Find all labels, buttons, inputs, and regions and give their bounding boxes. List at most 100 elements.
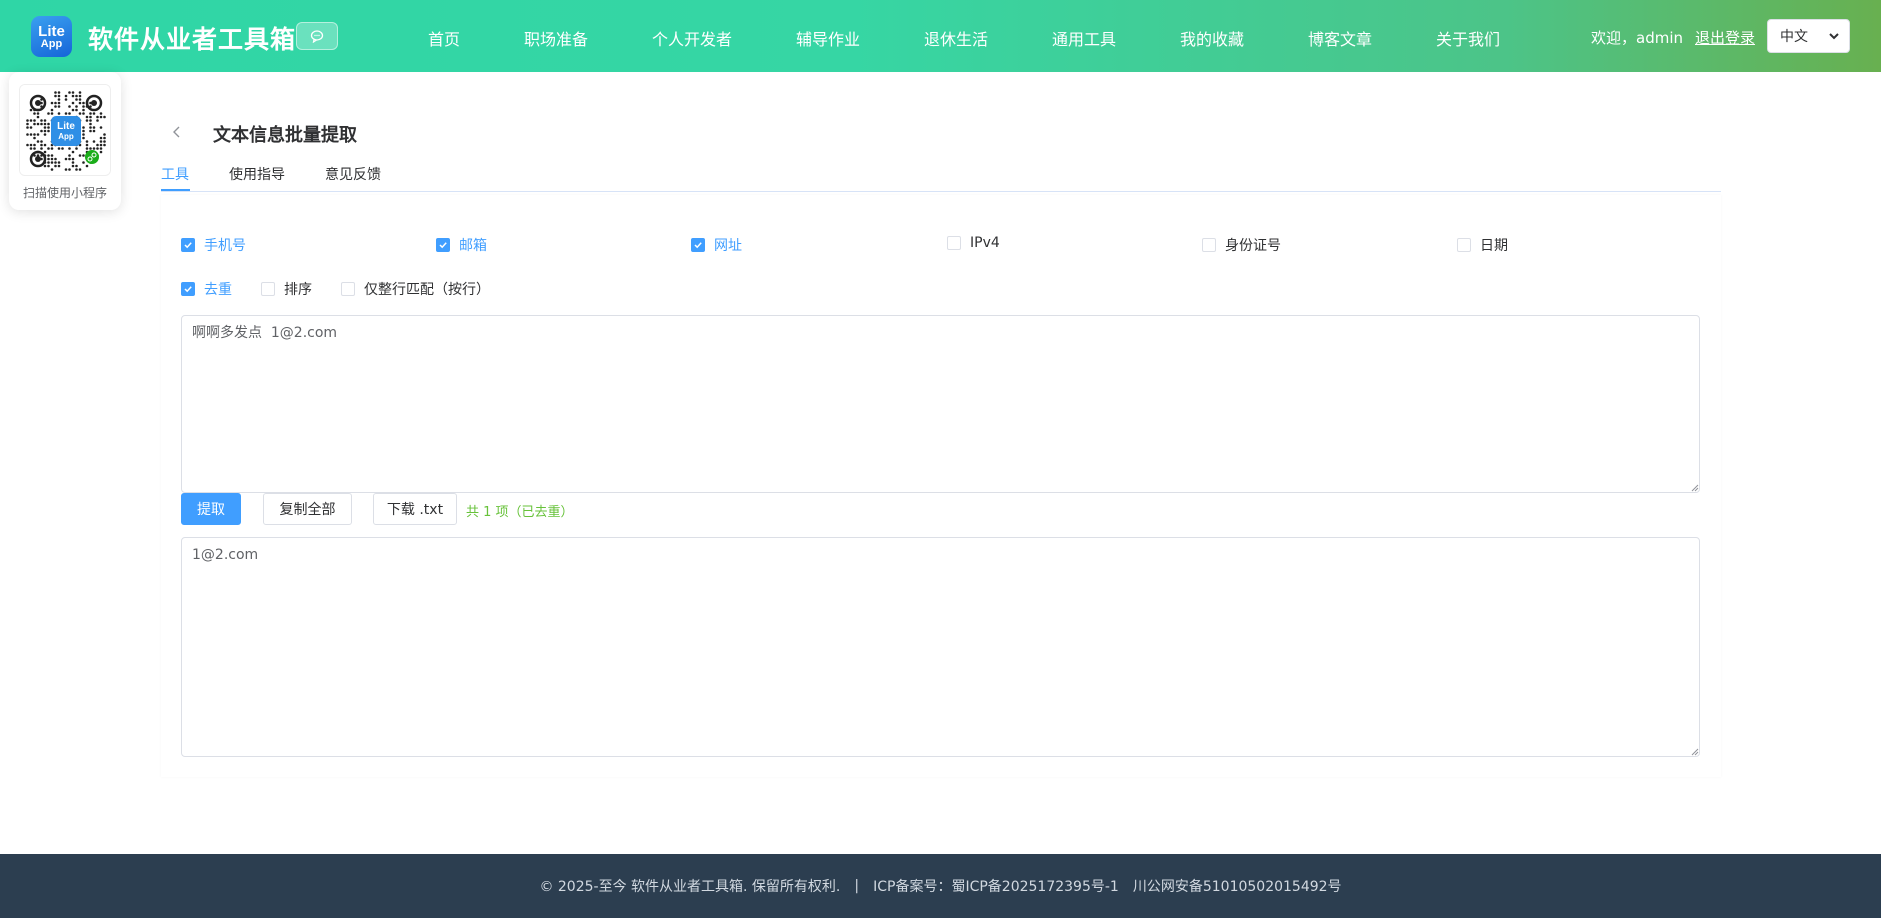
checkbox-whole-line[interactable]: 仅整行匹配（按行） <box>341 279 490 299</box>
site-title[interactable]: 软件从业者工具箱 <box>88 20 296 56</box>
checkbox-email[interactable]: 邮箱 <box>436 235 487 255</box>
tab-usage-guide[interactable]: 使用指导 <box>229 164 285 184</box>
qr-dot <box>54 161 57 164</box>
output-textarea[interactable]: 1@2.com <box>181 537 1700 757</box>
tab-feedback[interactable]: 意见反馈 <box>325 164 381 184</box>
qr-dot <box>29 147 33 150</box>
qr-caption: 扫描使用小程序 <box>22 186 107 200</box>
qr-dot <box>26 119 29 122</box>
qr-dot <box>57 164 61 168</box>
qr-dot <box>47 164 50 168</box>
copy-all-button[interactable]: 复制全部 <box>263 493 352 525</box>
qr-dot <box>75 164 78 168</box>
checkbox-label: 日期 <box>1480 238 1508 254</box>
nav-about[interactable]: 关于我们 <box>1436 26 1500 50</box>
qr-dot <box>43 133 47 136</box>
qr-dot <box>54 105 57 108</box>
checkbox-box <box>947 236 961 250</box>
qr-dot <box>33 147 36 150</box>
qr-dot <box>57 91 61 94</box>
input-textarea[interactable]: 啊啊多发点 1@2.com <box>181 315 1700 493</box>
nav-homework-help[interactable]: 辅导作业 <box>796 26 860 50</box>
checkbox-dedupe[interactable]: 去重 <box>181 279 232 299</box>
qr-dot <box>47 122 50 126</box>
qr-dot <box>85 147 89 150</box>
qr-dot <box>71 91 75 94</box>
logout-link[interactable]: 退出登录 <box>1695 27 1755 48</box>
qr-dot <box>89 115 92 119</box>
resize-handle-icon[interactable] <box>1691 748 1699 756</box>
qr-dot <box>50 108 54 112</box>
check-icon <box>691 238 705 252</box>
qr-dot <box>26 126 29 129</box>
back-arrow-icon[interactable] <box>170 122 184 142</box>
qr-dot <box>68 91 71 94</box>
download-txt-button[interactable]: 下载 .txt <box>373 493 457 525</box>
qr-dot <box>78 168 82 171</box>
qr-dot <box>82 133 85 136</box>
qr-dot <box>36 140 40 143</box>
qr-dot <box>47 112 50 115</box>
qr-dot <box>68 157 71 161</box>
qr-dot <box>82 112 85 115</box>
nav-favorites[interactable]: 我的收藏 <box>1180 26 1244 50</box>
qr-dot <box>64 98 68 101</box>
qr-dot <box>33 136 36 140</box>
qr-dot <box>85 164 89 168</box>
checkbox-sort[interactable]: 排序 <box>261 279 312 299</box>
qr-dot <box>82 161 85 164</box>
qr-dot <box>26 143 29 147</box>
qr-dot <box>75 94 78 98</box>
qr-dot <box>99 112 103 115</box>
qr-dot <box>99 143 103 147</box>
chat-button[interactable] <box>296 22 338 50</box>
checkbox-label: 网址 <box>714 238 742 254</box>
qr-dot <box>96 119 99 122</box>
nav-home[interactable]: 首页 <box>428 26 460 50</box>
qr-dot <box>47 126 50 129</box>
qr-dot <box>43 126 47 129</box>
resize-handle-icon[interactable] <box>1691 484 1699 492</box>
checkbox-url[interactable]: 网址 <box>691 235 742 255</box>
result-count: 共 1 项（已去重） <box>466 505 574 520</box>
nav-general-tools[interactable]: 通用工具 <box>1052 26 1116 50</box>
nav-blog[interactable]: 博客文章 <box>1308 26 1372 50</box>
footer-police-record-link[interactable]: 川公网安备51010502015492号 <box>1133 876 1342 896</box>
nav-career-prep[interactable]: 职场准备 <box>524 26 588 50</box>
checkbox-label: 去重 <box>204 282 232 298</box>
checkbox-box <box>261 282 275 296</box>
qr-dot <box>99 150 103 154</box>
qr-dot <box>54 157 57 161</box>
qr-dot <box>26 133 29 136</box>
qr-dot <box>103 143 106 147</box>
qr-dot <box>57 94 61 98</box>
page-title: 文本信息批量提取 <box>213 125 357 146</box>
checkbox-phone[interactable]: 手机号 <box>181 235 246 255</box>
qr-logo-text2: App <box>58 132 74 141</box>
tool-tabs: 工具 使用指导 意见反馈 <box>161 162 1721 192</box>
qr-dot <box>82 129 85 133</box>
nav-indie-developer[interactable]: 个人开发者 <box>652 26 732 50</box>
qr-dot <box>68 105 71 108</box>
qr-dot <box>36 122 40 126</box>
language-select[interactable]: 中文 <box>1767 19 1850 53</box>
qr-dot <box>29 143 33 147</box>
qr-dot <box>36 112 40 115</box>
qr-finder-dot <box>35 100 41 106</box>
qr-dot <box>85 119 89 122</box>
qr-dot <box>71 161 75 164</box>
qr-dot <box>89 112 92 115</box>
qr-dot <box>68 168 71 171</box>
checkbox-date[interactable]: 日期 <box>1457 235 1508 255</box>
qr-dot <box>33 112 36 115</box>
qr-dot <box>71 101 75 105</box>
qr-dot <box>43 119 47 122</box>
footer-icp-link[interactable]: ICP备案号：蜀ICP备2025172395号-1 <box>873 876 1119 896</box>
checkbox-id-number[interactable]: 身份证号 <box>1202 235 1281 255</box>
nav-retirement[interactable]: 退休生活 <box>924 26 988 50</box>
app-logo[interactable]: Lite App <box>31 16 72 57</box>
tab-tool[interactable]: 工具 <box>161 164 189 184</box>
extract-button[interactable]: 提取 <box>181 493 241 525</box>
qr-dot <box>43 129 47 133</box>
checkbox-ipv4[interactable]: IPv4 <box>947 235 1000 251</box>
